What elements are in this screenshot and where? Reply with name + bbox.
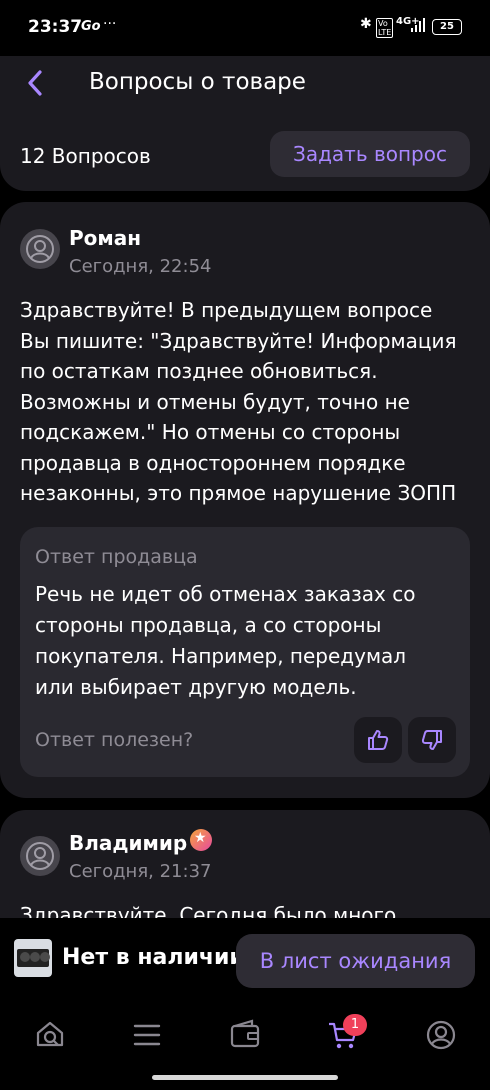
waitlist-button[interactable]: В лист ожидания xyxy=(236,934,475,988)
cart-badge: 1 xyxy=(343,1014,367,1036)
back-icon[interactable] xyxy=(22,66,52,100)
product-thumbnail xyxy=(14,939,52,977)
app-notification-icon: Go xyxy=(81,19,101,34)
header: Вопросы о товаре 12 Вопросов Задать вопр… xyxy=(0,56,490,191)
avatar xyxy=(20,836,60,876)
stock-status: Нет в наличии xyxy=(62,945,245,970)
answer-text: Речь не идет об отменах заказах со сторо… xyxy=(35,582,416,699)
bottom-nav xyxy=(0,1005,490,1065)
dislike-button[interactable] xyxy=(408,717,456,763)
home-indicator[interactable] xyxy=(152,1075,338,1080)
question-date: Сегодня, 22:54 xyxy=(69,256,212,277)
ask-question-button[interactable]: Задать вопрос xyxy=(270,131,470,177)
clock: 23:37 xyxy=(28,17,83,37)
battery-icon: 25 xyxy=(432,19,462,35)
thumbs-up-icon xyxy=(368,730,389,750)
volte-icon: Vo LTE xyxy=(376,18,394,38)
catalog-icon[interactable] xyxy=(127,1015,167,1055)
bluetooth-icon: ✱ xyxy=(360,16,372,32)
avatar xyxy=(20,229,60,269)
more-notifications-icon: ··· xyxy=(103,16,117,32)
answer-label: Ответ продавца xyxy=(35,546,198,568)
home-search-icon[interactable] xyxy=(30,1015,70,1055)
page-title: Вопросы о товаре xyxy=(89,69,306,95)
question-date: Сегодня, 21:37 xyxy=(69,861,212,882)
thumbs-down-icon xyxy=(421,730,442,750)
like-button[interactable] xyxy=(354,717,402,763)
question-count: 12 Вопросов xyxy=(20,144,151,168)
seller-answer: Ответ продавца Речь не идет об отменах з… xyxy=(20,527,470,777)
status-bar: 23:37 Go ··· ✱ Vo LTE 4G+ 25 xyxy=(0,0,490,56)
author-name: Роман xyxy=(69,226,142,250)
helpful-label: Ответ полезен? xyxy=(35,729,194,751)
question-card: Роман Сегодня, 22:54 Здравствуйте! В пре… xyxy=(0,202,490,798)
star-badge-icon: ★ xyxy=(190,829,212,851)
wallet-icon[interactable] xyxy=(225,1015,265,1055)
user-icon xyxy=(26,235,54,263)
user-icon xyxy=(26,842,54,870)
author-name: Владимир xyxy=(69,831,188,855)
question-text: Здравствуйте! В предыдущем вопросе Вы пи… xyxy=(20,298,457,505)
profile-icon[interactable] xyxy=(421,1015,461,1055)
signal-icon xyxy=(411,18,425,32)
